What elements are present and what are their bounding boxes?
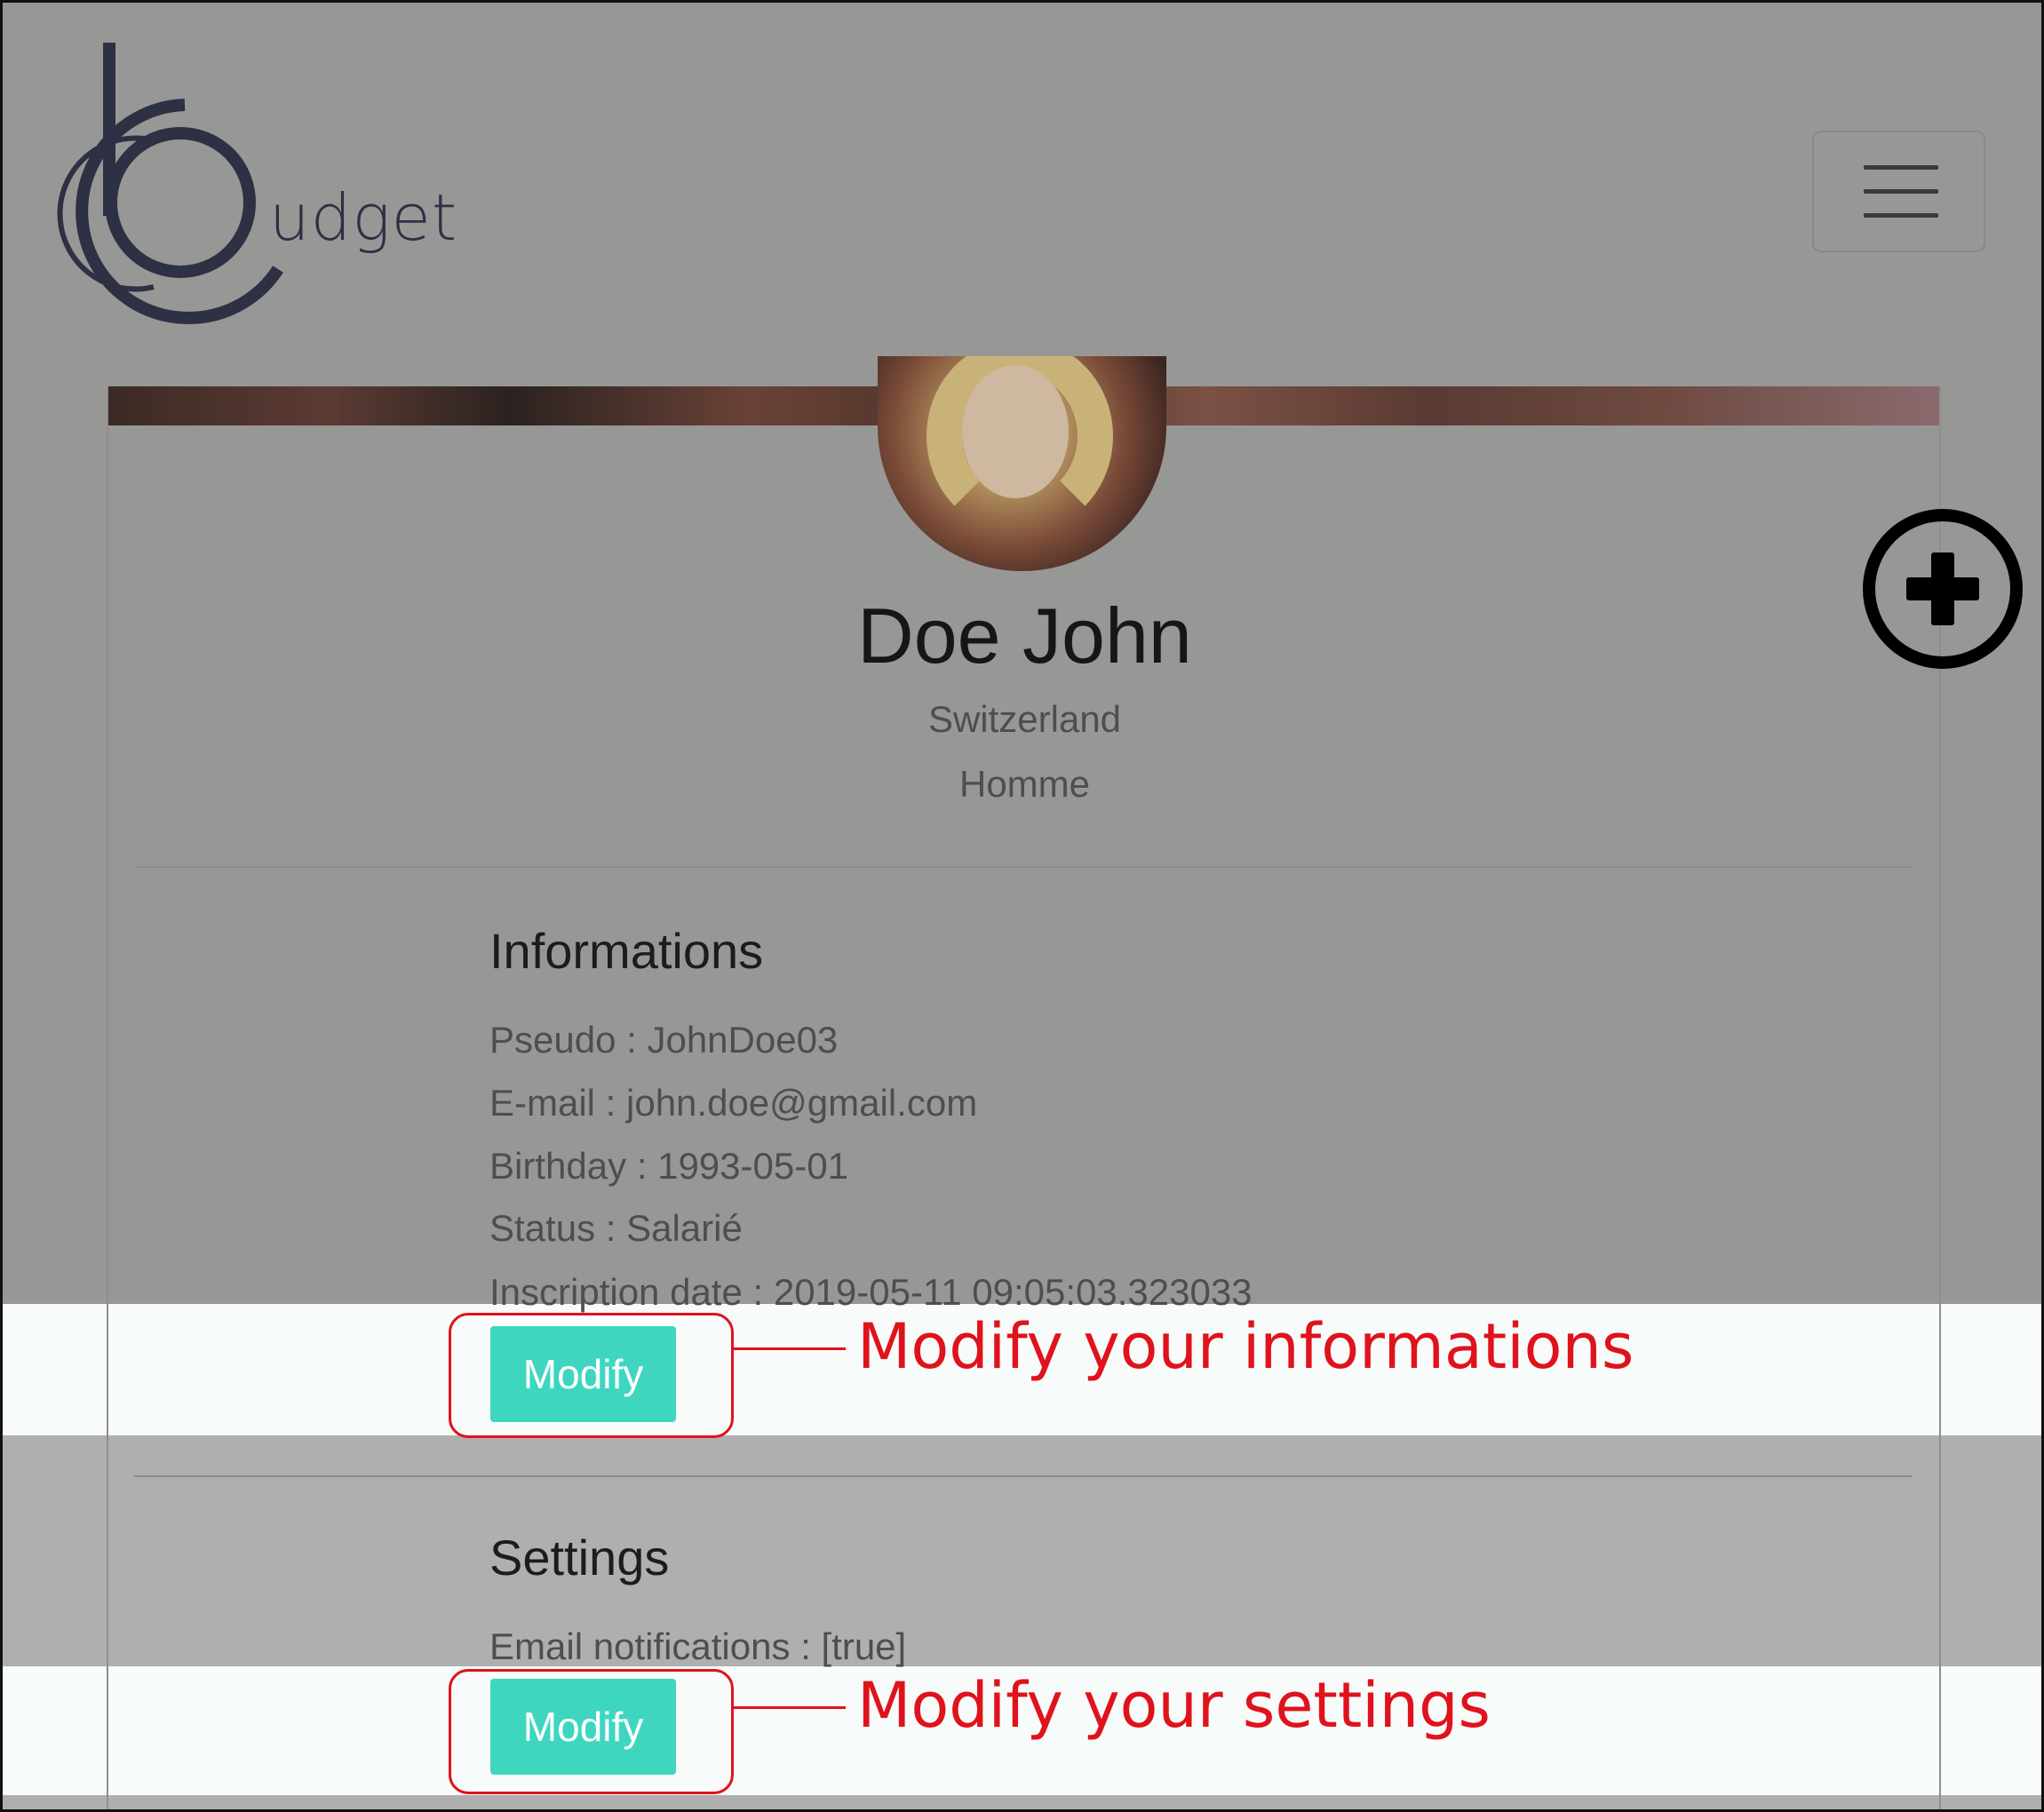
divider bbox=[134, 1475, 1913, 1477]
screenshot-frame: udget Doe John Switzerland Homme Informa… bbox=[0, 0, 2044, 1812]
callout-leader-settings bbox=[734, 1706, 846, 1709]
callout-box-info bbox=[449, 1313, 734, 1438]
info-email: E-mail : john.doe@gmail.com bbox=[489, 1082, 978, 1124]
settings-email-notifications: Email notifications : [true] bbox=[489, 1625, 907, 1667]
callout-box-settings bbox=[449, 1669, 734, 1794]
logo-text: udget bbox=[269, 180, 458, 255]
hamburger-icon bbox=[1864, 165, 1938, 170]
divider bbox=[134, 866, 1913, 868]
info-pseudo: Pseudo : JohnDoe03 bbox=[489, 1019, 839, 1061]
info-status: Status : Salarié bbox=[489, 1207, 743, 1249]
profile-gender: Homme bbox=[958, 763, 1091, 805]
informations-title: Informations bbox=[489, 923, 764, 979]
settings-title: Settings bbox=[489, 1530, 670, 1586]
budget-logo[interactable]: udget bbox=[56, 38, 458, 358]
info-birthday: Birthday : 1993-05-01 bbox=[489, 1145, 848, 1187]
avatar-face bbox=[962, 365, 1069, 498]
annotation-settings: Modify your settings bbox=[857, 1669, 1491, 1742]
profile-country: Switzerland bbox=[927, 698, 1122, 740]
annotation-info: Modify your informations bbox=[857, 1310, 1634, 1383]
callout-leader-info bbox=[734, 1347, 846, 1350]
profile-name: Doe John bbox=[857, 592, 1192, 680]
info-inscription-date: Inscription date : 2019-05-11 09:05:03.3… bbox=[489, 1271, 1253, 1313]
hamburger-menu-button[interactable] bbox=[1812, 131, 1985, 252]
hamburger-icon-bar bbox=[1864, 189, 1938, 194]
hamburger-icon-bar bbox=[1864, 213, 1938, 218]
